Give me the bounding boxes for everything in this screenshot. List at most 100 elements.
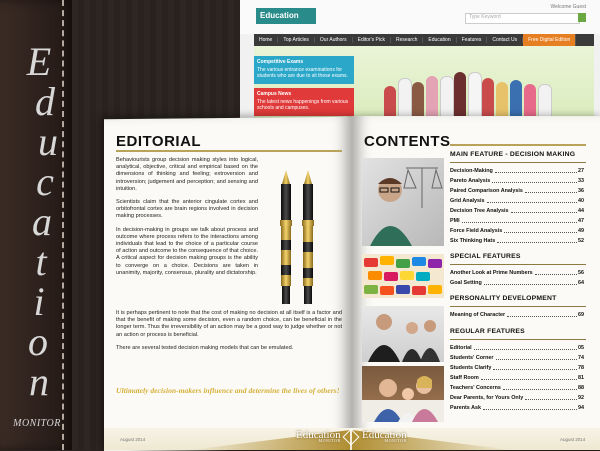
toc-entry-page: 47	[578, 218, 584, 224]
toc-leader-dots	[507, 310, 577, 317]
toc-entry-page: 64	[578, 280, 584, 286]
title-letter: t	[35, 239, 47, 284]
footer-logo-left: Education MONITOR	[296, 429, 341, 443]
site-nav-item[interactable]: Editor's Pick	[353, 37, 391, 43]
toc-leader-dots	[510, 206, 577, 213]
title-letter: E	[26, 39, 52, 84]
toc-entry[interactable]: Decision Tree Analysis 44	[450, 206, 584, 216]
site-nav-item[interactable]: Research	[391, 37, 424, 43]
toc-entry-label: Students Clarify	[450, 365, 492, 371]
toc-entry-page: 56	[578, 270, 584, 276]
site-card-text: The various entrance examinations for st…	[257, 67, 348, 79]
toc-rule	[450, 264, 586, 265]
toc-entry-page: 88	[578, 385, 584, 391]
toc-entry-page: 05	[578, 345, 584, 351]
toc-entry-label: Decision Tree Analysis	[450, 208, 509, 214]
monitor-tag: MONITOR	[13, 418, 61, 429]
toc-entry[interactable]: Decision-Making 27	[450, 166, 584, 176]
title-letter: c	[36, 159, 54, 204]
toc-entry-page: 78	[578, 365, 584, 371]
toc-entry-label: Force Field Analysis	[450, 228, 503, 234]
toc-leader-dots	[494, 166, 577, 173]
toc-entry-page: 49	[578, 228, 584, 234]
toc-list-personality: Meaning of Character 69	[450, 310, 584, 320]
toc-entry-page: 92	[578, 395, 584, 401]
site-nav-item[interactable]: Contact Us	[487, 37, 524, 43]
toc-entry-label: Another Look at Prime Numbers	[450, 270, 533, 276]
toc-entry-page: 52	[578, 238, 584, 244]
toc-leader-dots	[525, 393, 577, 400]
toc-entry[interactable]: Goal Setting 64	[450, 278, 584, 288]
toc-entry-page: 27	[578, 168, 584, 174]
toc-section-title: PERSONALITY DEVELOPMENT	[450, 295, 557, 302]
toc-list-main: Decision-Making 27 Pareto Analysis 33 Paired…	[450, 166, 584, 246]
toc-entry[interactable]: Grid Analysis 40	[450, 196, 584, 206]
site-card-exams[interactable]: Competitive Exams The various entrance e…	[254, 56, 354, 84]
site-search-button[interactable]	[578, 13, 586, 22]
toc-entry[interactable]: Editorial 05	[450, 343, 584, 353]
site-card-title: Campus News	[257, 91, 292, 97]
toc-leader-dots	[524, 186, 577, 193]
toc-entry[interactable]: Students Clarify 78	[450, 363, 584, 373]
toc-rule	[450, 306, 586, 307]
business-people-photo	[362, 306, 444, 362]
site-nav-item[interactable]: Free Digital Edition	[523, 34, 577, 46]
site-search-input[interactable]: Type Keyword	[465, 13, 580, 24]
site-logo[interactable]: Education	[256, 8, 316, 24]
toc-entry-page: 69	[578, 312, 584, 318]
editorial-paragraph: There are several tested decision making…	[116, 344, 294, 351]
toc-entry[interactable]: Pareto Analysis 33	[450, 176, 584, 186]
toc-leader-dots	[504, 226, 577, 233]
toc-entry-label: Dear Parents, for Yours Only	[450, 395, 524, 401]
title-letter: u	[38, 119, 58, 164]
toc-entry-label: Paired Comparison Analysis	[450, 188, 523, 194]
toc-section-title: REGULAR FEATURES	[450, 328, 525, 335]
toc-list-regular: Editorial 05 Students' Corner 74 Students Cl…	[450, 343, 584, 413]
vertical-title: E d u c a t i o n	[16, 42, 62, 402]
toc-entry-label: Teachers' Concerns	[450, 385, 501, 391]
toc-entry[interactable]: Six Thinking Hats 52	[450, 236, 584, 246]
toc-entry[interactable]: Meaning of Character 69	[450, 310, 584, 320]
toc-entry[interactable]: Paired Comparison Analysis 36	[450, 186, 584, 196]
crayons-photo	[362, 254, 444, 298]
toc-leader-dots	[497, 236, 577, 243]
editorial-rule	[116, 150, 342, 152]
toc-entry[interactable]: Dear Parents, for Yours Only 92	[450, 393, 584, 403]
toc-entry-label: Staff Room	[450, 375, 479, 381]
site-nav-item[interactable]: Home	[254, 37, 279, 43]
toc-leader-dots	[534, 268, 577, 275]
toc-rule	[450, 162, 586, 163]
toc-rule	[450, 339, 586, 340]
editorial-paragraph: In decision-making in groups we talk abo…	[116, 226, 258, 276]
toc-entry-page: 94	[578, 405, 584, 411]
site-nav-item[interactable]: Top Articles	[278, 37, 315, 43]
toc-leader-dots	[493, 363, 577, 370]
site-card-title: Competitive Exams	[257, 59, 304, 65]
toc-leader-dots	[486, 196, 577, 203]
toc-entry[interactable]: Another Look at Prime Numbers 56	[450, 268, 584, 278]
site-nav-item[interactable]: Education	[423, 37, 457, 43]
title-letter: i	[33, 279, 45, 324]
footer-date-right: August 2014	[560, 437, 586, 442]
toc-entry[interactable]: PMI 47	[450, 216, 584, 226]
editorial-paragraph: It is perhaps pertinent to note that the…	[116, 310, 342, 338]
toc-entry[interactable]: Teachers' Concerns 88	[450, 383, 584, 393]
toc-entry-label: Six Thinking Hats	[450, 238, 496, 244]
site-header: Education Welcome Guest Type Keyword	[240, 0, 600, 34]
fountain-pens-image	[280, 170, 314, 304]
site-nav-item[interactable]: Our Authors	[315, 37, 353, 43]
footer-logo-right: Education MONITOR	[362, 429, 407, 443]
toc-entry[interactable]: Staff Room 81	[450, 373, 584, 383]
title-letter: a	[32, 199, 52, 244]
toc-entry[interactable]: Parents Ask 94	[450, 403, 584, 413]
toc-leader-dots	[482, 403, 577, 410]
editorial-body: Behaviourists group decision making styl…	[116, 157, 258, 283]
toc-entry[interactable]: Force Field Analysis 49	[450, 226, 584, 236]
site-nav: Home Top Articles Our Authors Editor's Pick…	[254, 34, 594, 46]
toc-entry[interactable]: Students' Corner 74	[450, 353, 584, 363]
site-nav-item[interactable]: Features	[457, 37, 488, 43]
site-welcome: Welcome Guest	[550, 4, 586, 10]
site-card-news[interactable]: Campus News The latest news happenings f…	[254, 88, 354, 116]
toc-entry-label: Students' Corner	[450, 355, 494, 361]
editorial-paragraph: Behaviourists group decision making styl…	[116, 157, 258, 192]
